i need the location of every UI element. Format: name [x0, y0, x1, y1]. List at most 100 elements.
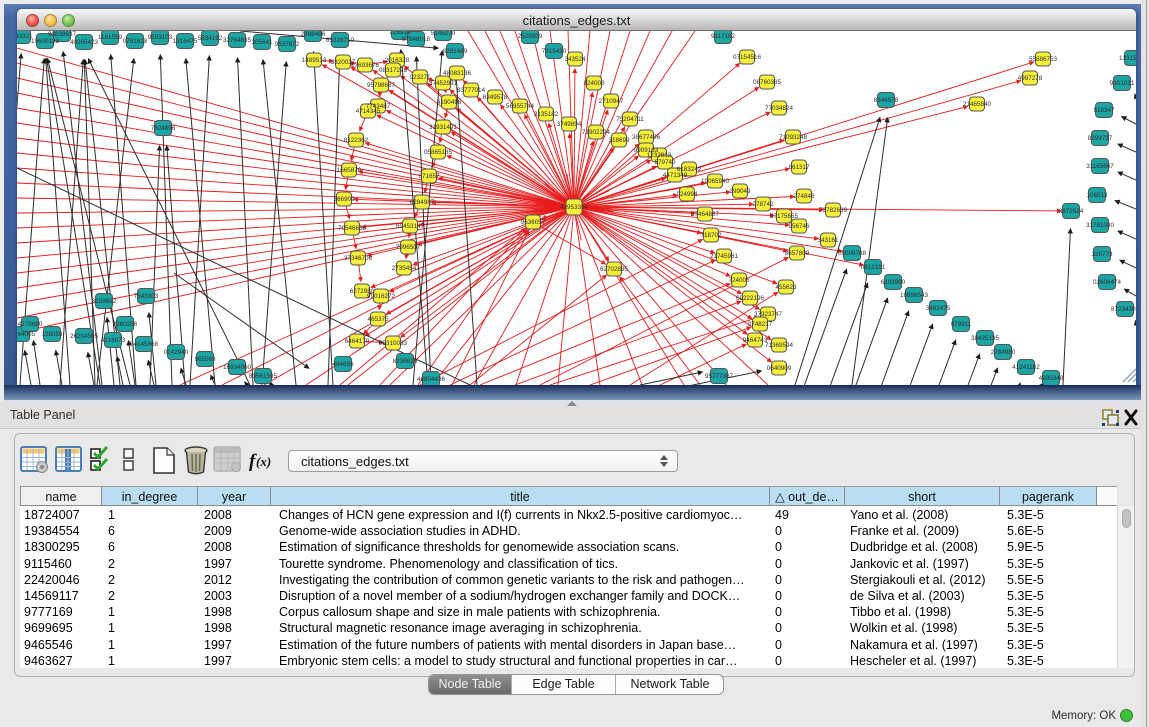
svg-text:679740: 679740 — [654, 159, 676, 166]
svg-text:343161: 343161 — [817, 237, 839, 244]
svg-text:69222196: 69222196 — [736, 295, 765, 302]
svg-text:54145868: 54145868 — [130, 341, 159, 348]
svg-text:31931491: 31931491 — [429, 124, 458, 131]
svg-text:07154516: 07154516 — [733, 54, 762, 61]
svg-text:399049: 399049 — [729, 188, 751, 195]
svg-text:9537672: 9537672 — [275, 41, 300, 48]
svg-text:8299737: 8299737 — [1088, 135, 1113, 142]
svg-text:518347: 518347 — [1093, 107, 1115, 114]
svg-text:7543303: 7543303 — [134, 293, 159, 300]
svg-text:3462475: 3462475 — [926, 305, 951, 312]
svg-text:4471349: 4471349 — [663, 172, 688, 179]
svg-text:83561595: 83561595 — [249, 373, 278, 380]
svg-text:3158692: 3158692 — [92, 298, 117, 305]
svg-text:05310033: 05310033 — [379, 340, 408, 347]
svg-text:366909: 366909 — [333, 196, 355, 203]
svg-text:8236629: 8236629 — [393, 358, 418, 365]
svg-text:256746: 256746 — [788, 223, 810, 230]
svg-text:278742: 278742 — [752, 201, 774, 208]
svg-text:87234309: 87234309 — [1111, 306, 1136, 313]
svg-text:718702: 718702 — [700, 232, 722, 239]
svg-text:16934060: 16934060 — [223, 364, 252, 371]
svg-text:1316475: 1316475 — [173, 38, 198, 45]
svg-text:40164005: 40164005 — [17, 331, 35, 338]
svg-text:0640909: 0640909 — [767, 365, 792, 372]
svg-text:9301031: 9301031 — [1110, 80, 1135, 87]
svg-text:4278680: 4278680 — [18, 321, 43, 328]
svg-text:65328710: 65328710 — [326, 37, 355, 44]
svg-text:0781618: 0781618 — [123, 38, 148, 45]
svg-text:8122362: 8122362 — [344, 137, 369, 144]
svg-text:305641: 305641 — [251, 39, 273, 46]
svg-text:69453147: 69453147 — [396, 223, 425, 230]
svg-text:71093248: 71093248 — [779, 134, 808, 141]
svg-text:37923747: 37923747 — [754, 311, 783, 318]
svg-text:4714345: 4714345 — [356, 108, 381, 115]
svg-text:40265423: 40265423 — [70, 39, 99, 46]
svg-text:56855744: 56855744 — [506, 103, 535, 110]
svg-text:5534192: 5534192 — [198, 35, 223, 42]
svg-text:465375: 465375 — [367, 316, 389, 323]
svg-text:824008: 824008 — [583, 80, 605, 87]
svg-text:3749894: 3749894 — [557, 121, 582, 128]
svg-text:55886753: 55886753 — [1029, 56, 1058, 63]
svg-text:43953394: 43953394 — [560, 204, 589, 211]
svg-text:08317278: 08317278 — [379, 67, 408, 74]
svg-text:0142940: 0142940 — [164, 349, 189, 356]
svg-text:21465840: 21465840 — [963, 101, 992, 108]
svg-text:318699: 318699 — [608, 137, 630, 144]
svg-text:95798687: 95798687 — [367, 82, 396, 89]
svg-text:90838637: 90838637 — [48, 31, 77, 38]
svg-text:7996507: 7996507 — [396, 244, 421, 251]
svg-text:923271: 923271 — [409, 74, 431, 81]
svg-text:02606474: 02606474 — [1093, 279, 1122, 286]
svg-text:8281489: 8281489 — [443, 48, 468, 55]
svg-text:024994: 024994 — [676, 191, 698, 198]
svg-text:38677496: 38677496 — [632, 134, 661, 141]
svg-text:326773: 326773 — [1091, 251, 1113, 258]
svg-text:861317: 861317 — [788, 164, 810, 171]
svg-text:6193990: 6193990 — [881, 279, 906, 286]
svg-text:0748217: 0748217 — [748, 321, 773, 328]
svg-text:1489513: 1489513 — [302, 57, 327, 64]
svg-text:73782639: 73782639 — [819, 207, 848, 214]
svg-text:97848018: 97848018 — [402, 36, 431, 43]
svg-text:32764835: 32764835 — [223, 37, 252, 44]
svg-text:9117182: 9117182 — [711, 33, 736, 40]
svg-text:71369594: 71369594 — [765, 342, 794, 349]
svg-text:38425135: 38425135 — [971, 335, 1000, 342]
svg-text:7015430: 7015430 — [542, 48, 567, 55]
svg-text:7824896: 7824896 — [151, 125, 176, 132]
svg-text:0812191: 0812191 — [861, 264, 886, 271]
svg-text:46804436: 46804436 — [417, 376, 446, 383]
svg-text:9636057: 9636057 — [521, 219, 546, 226]
svg-text:724005: 724005 — [728, 277, 750, 284]
svg-text:4997278: 4997278 — [1018, 75, 1043, 82]
svg-text:05009788: 05009788 — [838, 250, 867, 257]
svg-text:17693676: 17693676 — [351, 62, 380, 69]
svg-text:48083136: 48083136 — [443, 70, 472, 77]
svg-text:21745961: 21745961 — [710, 253, 739, 260]
svg-text:8657809: 8657809 — [785, 250, 810, 257]
svg-text:4216073: 4216073 — [101, 337, 126, 344]
svg-text:19600133: 19600133 — [31, 38, 60, 45]
svg-text:4935348: 4935348 — [1039, 375, 1064, 382]
svg-text:13315098: 13315098 — [1119, 55, 1136, 62]
svg-text:31781080: 31781080 — [1086, 222, 1115, 229]
svg-text:99016272: 99016272 — [367, 293, 396, 300]
svg-text:71902294: 71902294 — [582, 129, 611, 136]
svg-text:26204505: 26204505 — [70, 333, 99, 340]
svg-text:965569: 965569 — [194, 356, 216, 363]
svg-text:2710947: 2710947 — [599, 98, 624, 105]
svg-text:75204711: 75204711 — [616, 116, 644, 123]
svg-text:3135182: 3135182 — [534, 111, 559, 118]
svg-text:41241182: 41241182 — [1012, 364, 1040, 371]
svg-text:1665876: 1665876 — [337, 167, 362, 174]
svg-text:106513: 106513 — [1086, 192, 1108, 199]
svg-text:2528809: 2528809 — [518, 33, 543, 40]
svg-text:8346578: 8346578 — [874, 97, 899, 104]
svg-text:1232812: 1232812 — [647, 152, 672, 159]
svg-text:37452991: 37452991 — [429, 80, 458, 87]
svg-text:16998543: 16998543 — [900, 292, 929, 299]
svg-text:19065940: 19065940 — [701, 178, 730, 185]
